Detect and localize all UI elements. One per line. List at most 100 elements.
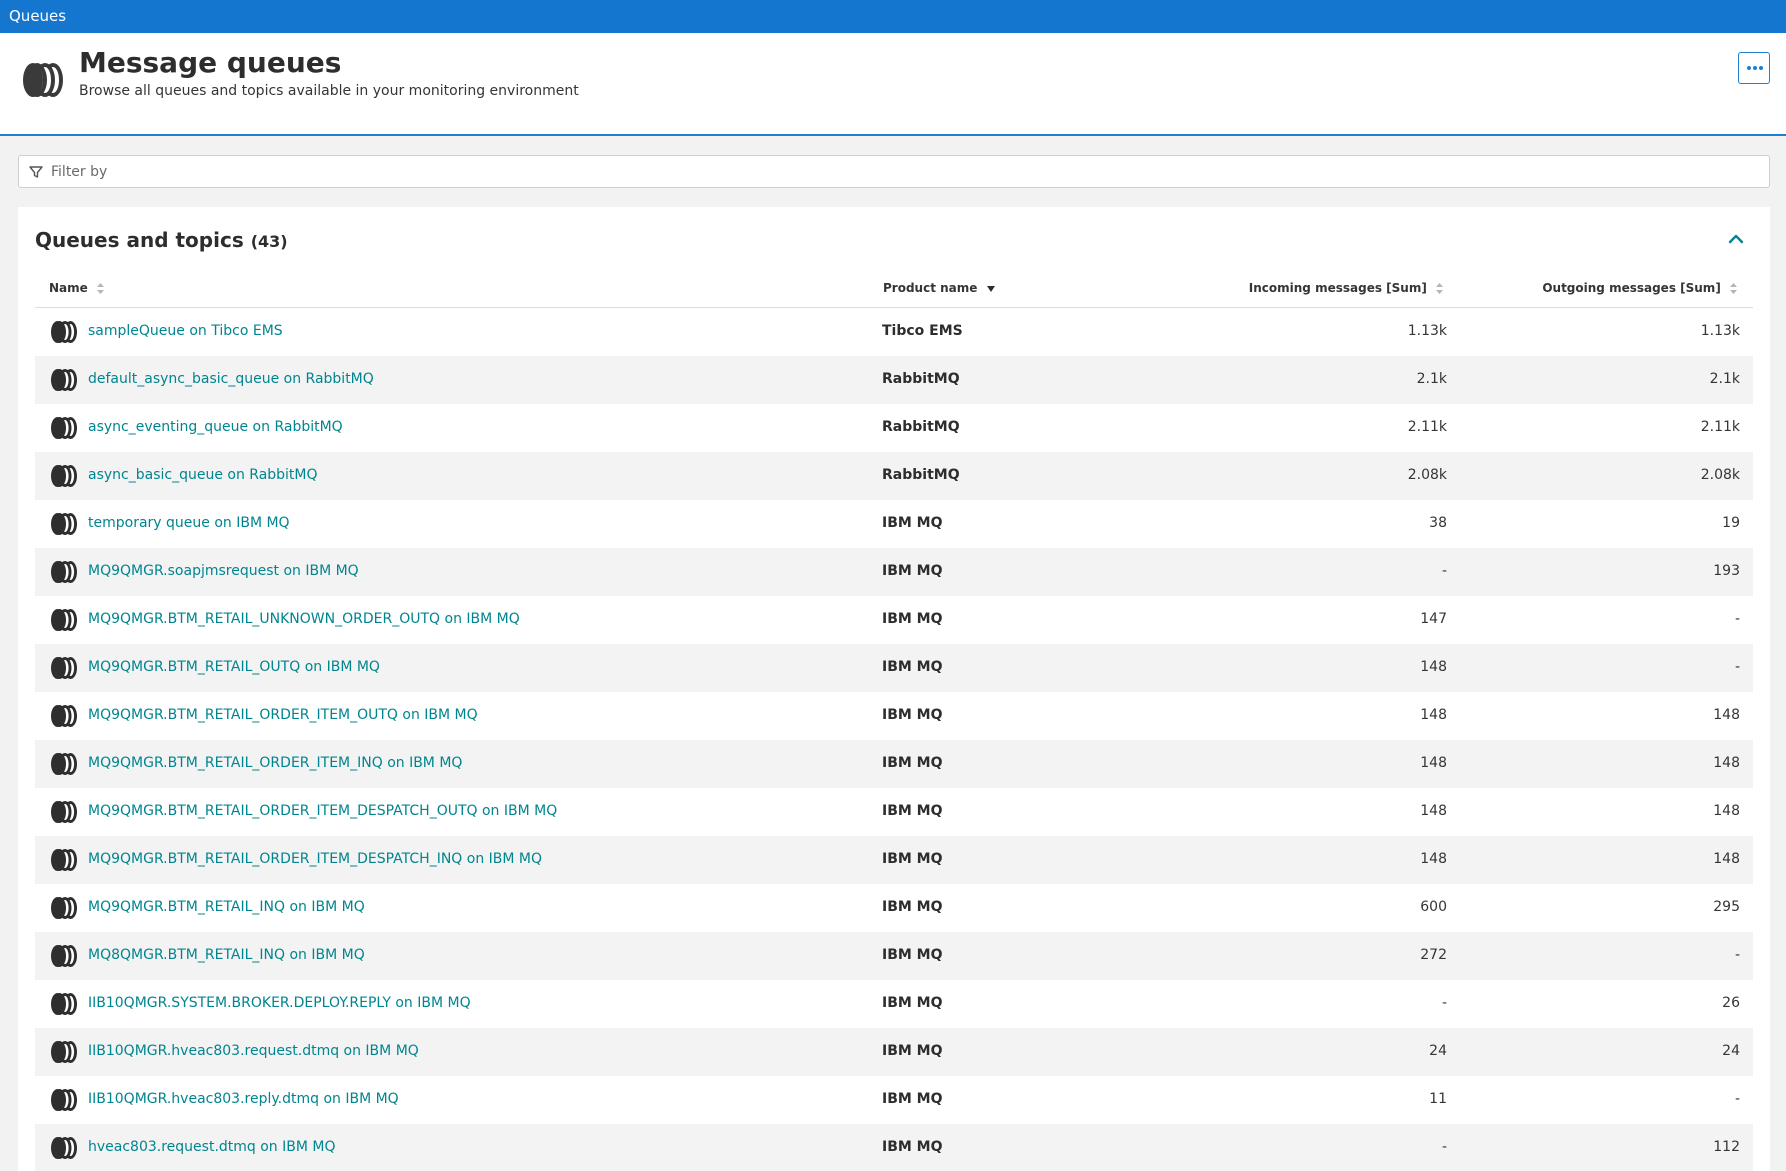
- filter-bar[interactable]: [18, 155, 1770, 188]
- queue-name-link[interactable]: async_eventing_queue on RabbitMQ: [88, 419, 343, 435]
- table-header: Name Product name Incoming messages [Sum…: [35, 267, 1753, 308]
- queue-name-link[interactable]: IIB10QMGR.SYSTEM.BROKER.DEPLOY.REPLY on …: [88, 995, 471, 1011]
- sort-icon: [1730, 283, 1737, 294]
- queue-name-link[interactable]: MQ9QMGR.soapjmsrequest on IBM MQ: [88, 563, 359, 579]
- product-name: IBM MQ: [882, 1043, 943, 1059]
- queue-name-link[interactable]: temporary queue on IBM MQ: [88, 515, 290, 531]
- incoming-messages: 1.13k: [1407, 323, 1447, 339]
- filter-input[interactable]: [51, 160, 1751, 184]
- table-row[interactable]: MQ9QMGR.BTM_RETAIL_ORDER_ITEM_INQ on IBM…: [35, 740, 1753, 788]
- incoming-messages: 147: [1420, 611, 1447, 627]
- table-row[interactable]: MQ9QMGR.BTM_RETAIL_OUTQ on IBM MQ IBM MQ 1…: [35, 644, 1753, 692]
- queue-name-link[interactable]: MQ9QMGR.BTM_RETAIL_INQ on IBM MQ: [88, 899, 365, 915]
- panel-title: Queues and topics (43): [35, 228, 288, 252]
- table-row[interactable]: MQ8QMGR.BTM_RETAIL_INQ on IBM MQ IBM MQ 27…: [35, 932, 1753, 980]
- more-options-button[interactable]: [1738, 52, 1770, 84]
- message-queue-icon: [51, 321, 77, 343]
- table-row[interactable]: hveac803.request.dtmq on IBM MQ IBM MQ - 11…: [35, 1124, 1753, 1171]
- incoming-messages: 600: [1420, 899, 1447, 915]
- queue-name-link[interactable]: default_async_basic_queue on RabbitMQ: [88, 371, 374, 387]
- table-row[interactable]: MQ9QMGR.BTM_RETAIL_ORDER_ITEM_DESPATCH_I…: [35, 836, 1753, 884]
- outgoing-messages: 2.11k: [1700, 419, 1740, 435]
- sort-icon: [96, 283, 104, 294]
- incoming-messages: -: [1441, 995, 1447, 1011]
- queue-name-link[interactable]: hveac803.request.dtmq on IBM MQ: [88, 1139, 336, 1155]
- outgoing-messages: -: [1734, 1091, 1740, 1107]
- table-row[interactable]: temporary queue on IBM MQ IBM MQ 38 19: [35, 500, 1753, 548]
- product-name: IBM MQ: [882, 707, 943, 723]
- product-name: IBM MQ: [882, 755, 943, 771]
- queue-name-link[interactable]: sampleQueue on Tibco EMS: [88, 323, 283, 339]
- product-name: IBM MQ: [882, 899, 943, 915]
- incoming-messages: 2.11k: [1407, 419, 1447, 435]
- table-body: sampleQueue on Tibco EMS Tibco EMS 1.13k 1.…: [35, 308, 1753, 1171]
- incoming-messages: 272: [1420, 947, 1447, 963]
- queues-panel: Queues and topics (43) Name Product name…: [18, 207, 1770, 1171]
- message-queue-icon: [51, 465, 77, 487]
- table-row[interactable]: sampleQueue on Tibco EMS Tibco EMS 1.13k 1.…: [35, 308, 1753, 356]
- message-queue-icon: [51, 1041, 77, 1063]
- outgoing-messages: 26: [1722, 995, 1740, 1011]
- incoming-messages: 148: [1420, 803, 1447, 819]
- message-queue-icon: [51, 609, 77, 631]
- column-header-name-label: Name: [49, 281, 88, 295]
- breadcrumb[interactable]: Queues: [9, 7, 66, 25]
- outgoing-messages: 148: [1713, 851, 1740, 867]
- product-name: RabbitMQ: [882, 371, 960, 387]
- table-row[interactable]: MQ9QMGR.BTM_RETAIL_ORDER_ITEM_OUTQ on IB…: [35, 692, 1753, 740]
- outgoing-messages: 19: [1722, 515, 1740, 531]
- table-row[interactable]: MQ9QMGR.BTM_RETAIL_ORDER_ITEM_DESPATCH_O…: [35, 788, 1753, 836]
- message-queue-icon: [51, 801, 77, 823]
- message-queue-icon: [51, 561, 77, 583]
- message-queue-icon: [51, 657, 77, 679]
- incoming-messages: 148: [1420, 851, 1447, 867]
- table-row[interactable]: async_basic_queue on RabbitMQ RabbitMQ 2.0…: [35, 452, 1753, 500]
- table-row[interactable]: default_async_basic_queue on RabbitMQ Rab…: [35, 356, 1753, 404]
- outgoing-messages: 112: [1713, 1139, 1740, 1155]
- queue-name-link[interactable]: MQ9QMGR.BTM_RETAIL_ORDER_ITEM_INQ on IBM…: [88, 755, 462, 771]
- incoming-messages: 148: [1420, 755, 1447, 771]
- table-row[interactable]: MQ9QMGR.soapjmsrequest on IBM MQ IBM MQ - 1…: [35, 548, 1753, 596]
- queue-name-link[interactable]: MQ9QMGR.BTM_RETAIL_ORDER_ITEM_DESPATCH_O…: [88, 803, 557, 819]
- outgoing-messages: -: [1734, 659, 1740, 675]
- chevron-up-icon[interactable]: [1727, 231, 1745, 245]
- filter-icon: [29, 166, 43, 178]
- queue-name-link[interactable]: MQ8QMGR.BTM_RETAIL_INQ on IBM MQ: [88, 947, 365, 963]
- column-header-name[interactable]: Name: [49, 281, 104, 295]
- product-name: IBM MQ: [882, 851, 943, 867]
- queue-name-link[interactable]: IIB10QMGR.hveac803.request.dtmq on IBM M…: [88, 1043, 419, 1059]
- column-header-outgoing[interactable]: Outgoing messages [Sum]: [1542, 281, 1737, 295]
- panel-count: (43): [250, 232, 288, 251]
- table-row[interactable]: MQ9QMGR.BTM_RETAIL_INQ on IBM MQ IBM MQ 60…: [35, 884, 1753, 932]
- product-name: IBM MQ: [882, 1091, 943, 1107]
- outgoing-messages: 2.08k: [1700, 467, 1740, 483]
- table-row[interactable]: IIB10QMGR.SYSTEM.BROKER.DEPLOY.REPLY on …: [35, 980, 1753, 1028]
- table-row[interactable]: MQ9QMGR.BTM_RETAIL_UNKNOWN_ORDER_OUTQ on…: [35, 596, 1753, 644]
- sort-icon: [1436, 283, 1443, 294]
- outgoing-messages: -: [1734, 947, 1740, 963]
- message-queue-icon: [51, 849, 77, 871]
- queue-name-link[interactable]: MQ9QMGR.BTM_RETAIL_ORDER_ITEM_DESPATCH_I…: [88, 851, 542, 867]
- incoming-messages: 11: [1429, 1091, 1447, 1107]
- queue-name-link[interactable]: IIB10QMGR.hveac803.reply.dtmq on IBM MQ: [88, 1091, 399, 1107]
- message-queue-icon: [51, 1137, 77, 1159]
- outgoing-messages: 2.1k: [1709, 371, 1740, 387]
- table-row[interactable]: IIB10QMGR.hveac803.request.dtmq on IBM M…: [35, 1028, 1753, 1076]
- product-name: IBM MQ: [882, 659, 943, 675]
- table-row[interactable]: IIB10QMGR.hveac803.reply.dtmq on IBM MQ I…: [35, 1076, 1753, 1124]
- product-name: RabbitMQ: [882, 419, 960, 435]
- column-header-outgoing-label: Outgoing messages [Sum]: [1542, 281, 1721, 295]
- product-name: IBM MQ: [882, 1139, 943, 1155]
- outgoing-messages: 24: [1722, 1043, 1740, 1059]
- queue-name-link[interactable]: MQ9QMGR.BTM_RETAIL_ORDER_ITEM_OUTQ on IB…: [88, 707, 478, 723]
- queue-name-link[interactable]: MQ9QMGR.BTM_RETAIL_UNKNOWN_ORDER_OUTQ on…: [88, 611, 520, 627]
- queue-name-link[interactable]: MQ9QMGR.BTM_RETAIL_OUTQ on IBM MQ: [88, 659, 380, 675]
- message-queue-icon: [51, 753, 77, 775]
- incoming-messages: 24: [1429, 1043, 1447, 1059]
- column-header-product[interactable]: Product name: [883, 281, 995, 295]
- incoming-messages: -: [1441, 1139, 1447, 1155]
- table-row[interactable]: async_eventing_queue on RabbitMQ RabbitMQ…: [35, 404, 1753, 452]
- queue-name-link[interactable]: async_basic_queue on RabbitMQ: [88, 467, 318, 483]
- panel-title-text: Queues and topics: [35, 228, 244, 252]
- column-header-incoming[interactable]: Incoming messages [Sum]: [1249, 281, 1443, 295]
